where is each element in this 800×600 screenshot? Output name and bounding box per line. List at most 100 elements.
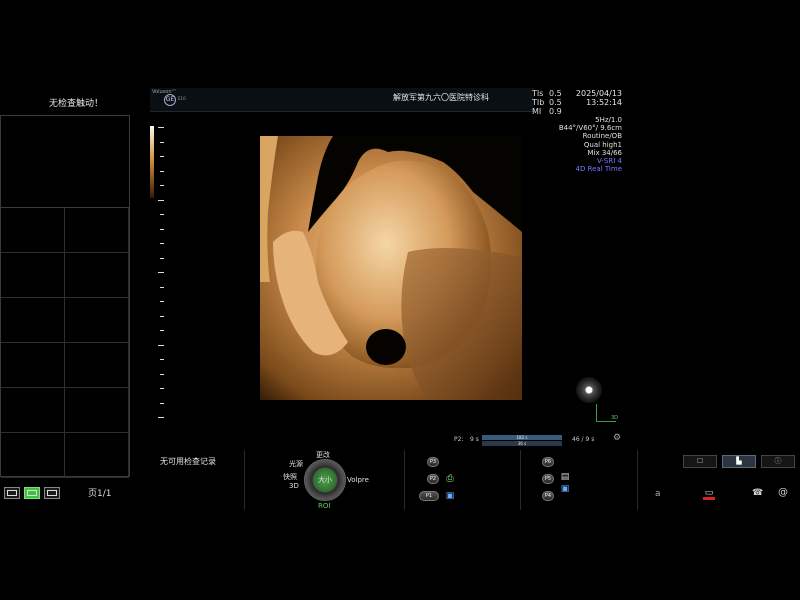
phone-icon[interactable]: ☎ xyxy=(752,488,763,498)
imaging-parameters: 5Hz/1.0 B44°/V60°/ 9.6cm Routine/OB Qual… xyxy=(540,116,622,173)
tab-info[interactable]: ⓘ xyxy=(761,455,795,468)
depth-tick xyxy=(160,141,164,143)
no-record-message: 无可用检查记录 xyxy=(160,457,216,466)
knob-snapshot-label[interactable]: 快照 xyxy=(283,472,297,482)
param-line: Mix 34/66 xyxy=(587,148,622,157)
knob-change-label[interactable]: 更改 xyxy=(316,450,330,460)
save-icon[interactable]: ▣ xyxy=(560,484,570,494)
depth-tick xyxy=(160,315,164,317)
thumbnail-cell[interactable] xyxy=(65,388,129,433)
layout-buttons xyxy=(4,487,60,499)
depth-tick xyxy=(160,286,164,288)
placenta-region xyxy=(401,248,522,400)
print-icon[interactable]: ⎙ xyxy=(445,474,455,484)
cine-label: P2: xyxy=(454,436,464,443)
tis-label: TIs xyxy=(532,89,544,98)
tab-measure[interactable]: ▙ xyxy=(722,455,756,468)
knob-volpre-label[interactable]: Volpre xyxy=(347,476,369,484)
cine-end: 46 / 9 s xyxy=(572,436,595,443)
depth-tick xyxy=(158,417,164,418)
thumbnail-grid[interactable] xyxy=(0,115,130,478)
tib-label: TIb xyxy=(532,98,545,107)
depth-tick xyxy=(160,388,164,389)
depth-tick xyxy=(160,214,164,215)
no-exam-message: 无检查触动！ xyxy=(48,99,103,109)
divider xyxy=(244,450,245,510)
exam-time: 13:52:14 xyxy=(586,98,622,107)
preset-p6-button[interactable]: P6 xyxy=(542,457,554,467)
thumbnail-cell[interactable] xyxy=(1,433,65,478)
preset-p1-button[interactable]: P1 xyxy=(419,491,439,501)
exam-date: 2025/04/13 xyxy=(575,89,622,98)
ultrasound-3d-render[interactable] xyxy=(258,132,526,404)
thumbnail-main[interactable] xyxy=(1,116,129,208)
cine-slider[interactable]: 182 s 36 s xyxy=(482,435,562,446)
knob-light-label[interactable]: 光源 xyxy=(289,459,303,469)
depth-tick xyxy=(160,257,164,259)
param-line-vsri: V-SRI 4 xyxy=(597,157,622,166)
thumbnail-cell[interactable] xyxy=(1,343,65,388)
depth-tick xyxy=(160,170,164,172)
depth-tick xyxy=(158,199,164,201)
knob-center-button[interactable]: 大小 xyxy=(313,468,337,492)
mi-value: 0.9 xyxy=(549,107,562,116)
depth-tick xyxy=(160,402,164,404)
page-indicator: 页1/1 xyxy=(88,489,112,499)
depth-tick xyxy=(160,228,164,230)
thumbnail-cell[interactable] xyxy=(65,343,129,388)
axis-label: 3D xyxy=(611,415,619,421)
preset-p3-button[interactable]: P3 xyxy=(427,457,439,467)
depth-tick xyxy=(158,127,164,128)
gear-icon[interactable]: ⚙ xyxy=(613,433,621,443)
tab-checklist[interactable]: ☐ xyxy=(683,455,717,468)
param-line: Routine/OB xyxy=(582,132,622,141)
preset-p4-button[interactable]: P4 xyxy=(542,491,554,501)
cine-start: 9 s xyxy=(470,436,479,443)
gray-map-bar xyxy=(150,126,154,198)
depth-tick xyxy=(160,373,164,375)
layout-3x3-button[interactable] xyxy=(44,487,60,499)
depth-tick xyxy=(158,344,164,346)
depth-tick xyxy=(160,243,164,244)
thumbnail-cell[interactable] xyxy=(1,298,65,343)
mi-label: MI xyxy=(532,107,542,116)
divider xyxy=(404,450,405,510)
hospital-name: 解放军第九六〇医院特诊科 xyxy=(393,93,489,102)
divider xyxy=(520,450,521,510)
param-line-mode: 4D Real Time xyxy=(575,165,622,174)
model-label: E10 xyxy=(178,96,186,101)
layout-1x1-button[interactable] xyxy=(4,487,20,499)
cine-bottom-value: 36 s xyxy=(517,441,527,446)
annotation-letter[interactable]: a xyxy=(655,489,661,499)
knob-3d-label[interactable]: 3D xyxy=(289,482,299,490)
thumbnail-cell[interactable] xyxy=(1,388,65,433)
thumbnail-cell[interactable] xyxy=(65,298,129,343)
document-icon[interactable]: ▤ xyxy=(560,472,570,482)
save-icon[interactable]: ▣ xyxy=(445,491,455,501)
thumbnail-cell[interactable] xyxy=(65,208,129,253)
layout-2x2-button[interactable] xyxy=(24,487,40,499)
thumbnail-cell[interactable] xyxy=(65,433,129,478)
divider xyxy=(637,450,638,510)
arrow-back-icon xyxy=(703,497,715,500)
cine-top-value: 182 s xyxy=(516,435,528,440)
depth-tick xyxy=(160,156,164,157)
preset-p2-button[interactable]: P2 xyxy=(427,474,439,484)
thumbnail-cell[interactable] xyxy=(1,208,65,253)
ge-logo-icon: GE xyxy=(164,94,176,106)
tib-value: 0.5 xyxy=(549,98,562,107)
thumbnail-cell[interactable] xyxy=(1,253,65,298)
depth-tick xyxy=(160,359,164,360)
knob-roi-label[interactable]: ROI xyxy=(318,502,330,510)
mouth-shadow xyxy=(366,329,406,365)
preset-p5-button[interactable]: P5 xyxy=(542,474,554,484)
param-line: 5Hz/1.0 xyxy=(595,116,622,124)
param-line: Qual high1 xyxy=(583,140,622,149)
depth-tick xyxy=(158,272,164,273)
orientation-marker-icon[interactable] xyxy=(576,377,602,403)
thumbnail-cell[interactable] xyxy=(65,253,129,298)
param-line: B44°/V60°/ 9.6cm xyxy=(558,124,622,133)
network-icon[interactable]: @ xyxy=(778,487,788,498)
tis-value: 0.5 xyxy=(549,89,562,98)
depth-tick xyxy=(160,301,164,302)
